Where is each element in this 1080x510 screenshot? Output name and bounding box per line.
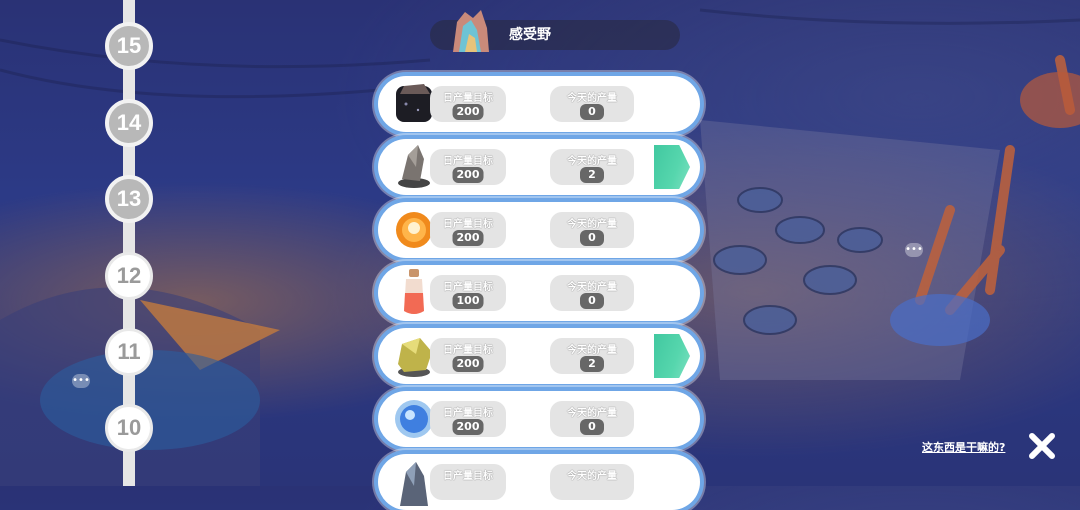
today-output-box: 今天的产量 0 [550,212,634,248]
daily-target-box: 日产量目标 200 [430,401,506,437]
level-14-node[interactable]: 14 [105,99,153,147]
today-output-value: 2 [580,167,604,183]
today-output-label: 今天的产量 [567,219,617,230]
today-output-value: 0 [580,419,604,435]
today-output-value: 0 [580,104,604,120]
daily-target-label: 日产量目标 [443,345,493,356]
daily-target-box: 日产量目标 100 [430,275,506,311]
today-output-label: 今天的产量 [567,93,617,104]
page-title: 感受野 [509,27,551,43]
level-15-node[interactable]: 15 [105,22,153,70]
daily-target-box: 日产量目标 200 [430,149,506,185]
today-output-box: 今天的产量 [550,464,634,500]
production-row: 日产量目标 200 今天的产量 2 [378,139,700,195]
help-link[interactable]: 这东西是干嘛的? [922,439,1005,455]
daily-target-box: 日产量目标 [430,464,506,500]
daily-target-value: 200 [452,104,484,120]
today-output-box: 今天的产量 0 [550,86,634,122]
level-13-node[interactable]: 13 [105,175,153,223]
today-output-value: 0 [580,293,604,309]
daily-target-label: 日产量目标 [443,282,493,293]
today-output-label: 今天的产量 [567,282,617,293]
today-output-value: 0 [580,230,604,246]
production-row: 日产量目标 200 今天的产量 2 [378,328,700,384]
production-row: 日产量目标 200 今天的产量 0 [378,202,700,258]
daily-target-value: 200 [452,419,484,435]
daily-target-box: 日产量目标 200 [430,212,506,248]
progress-indicator [654,334,690,378]
level-11-node[interactable]: 11 [105,328,153,376]
production-row: 日产量目标 100 今天的产量 0 [378,265,700,321]
daily-target-value: 200 [452,230,484,246]
production-row: 日产量目标 今天的产量 [378,454,700,510]
close-icon [1029,433,1055,459]
today-output-label: 今天的产量 [567,345,617,356]
today-output-box: 今天的产量 2 [550,338,634,374]
daily-target-label: 日产量目标 [443,408,493,419]
level-10-node[interactable]: 10 [105,404,153,452]
chat-bubble-icon[interactable]: ••• [72,374,90,388]
today-output-label: 今天的产量 [567,156,617,167]
daily-target-value: 200 [452,356,484,372]
production-row: 日产量目标 200 今天的产量 0 [378,76,700,132]
level-12-node[interactable]: 12 [105,252,153,300]
daily-target-box: 日产量目标 200 [430,86,506,122]
today-output-box: 今天的产量 2 [550,149,634,185]
daily-target-value: 200 [452,167,484,183]
daily-target-label: 日产量目标 [443,219,493,230]
daily-target-label: 日产量目标 [443,156,493,167]
daily-target-label: 日产量目标 [443,93,493,104]
daily-target-value: 100 [452,293,484,309]
chat-bubble-icon[interactable]: ••• [905,243,923,257]
today-output-label: 今天的产量 [567,408,617,419]
production-row: 日产量目标 200 今天的产量 0 [378,391,700,447]
daily-target-box: 日产量目标 200 [430,338,506,374]
progress-indicator [654,145,690,189]
today-output-label: 今天的产量 [567,471,617,482]
today-output-value: 2 [580,356,604,372]
daily-target-label: 日产量目标 [443,471,493,482]
close-button[interactable] [1024,428,1060,464]
today-output-box: 今天的产量 0 [550,401,634,437]
today-output-box: 今天的产量 0 [550,275,634,311]
